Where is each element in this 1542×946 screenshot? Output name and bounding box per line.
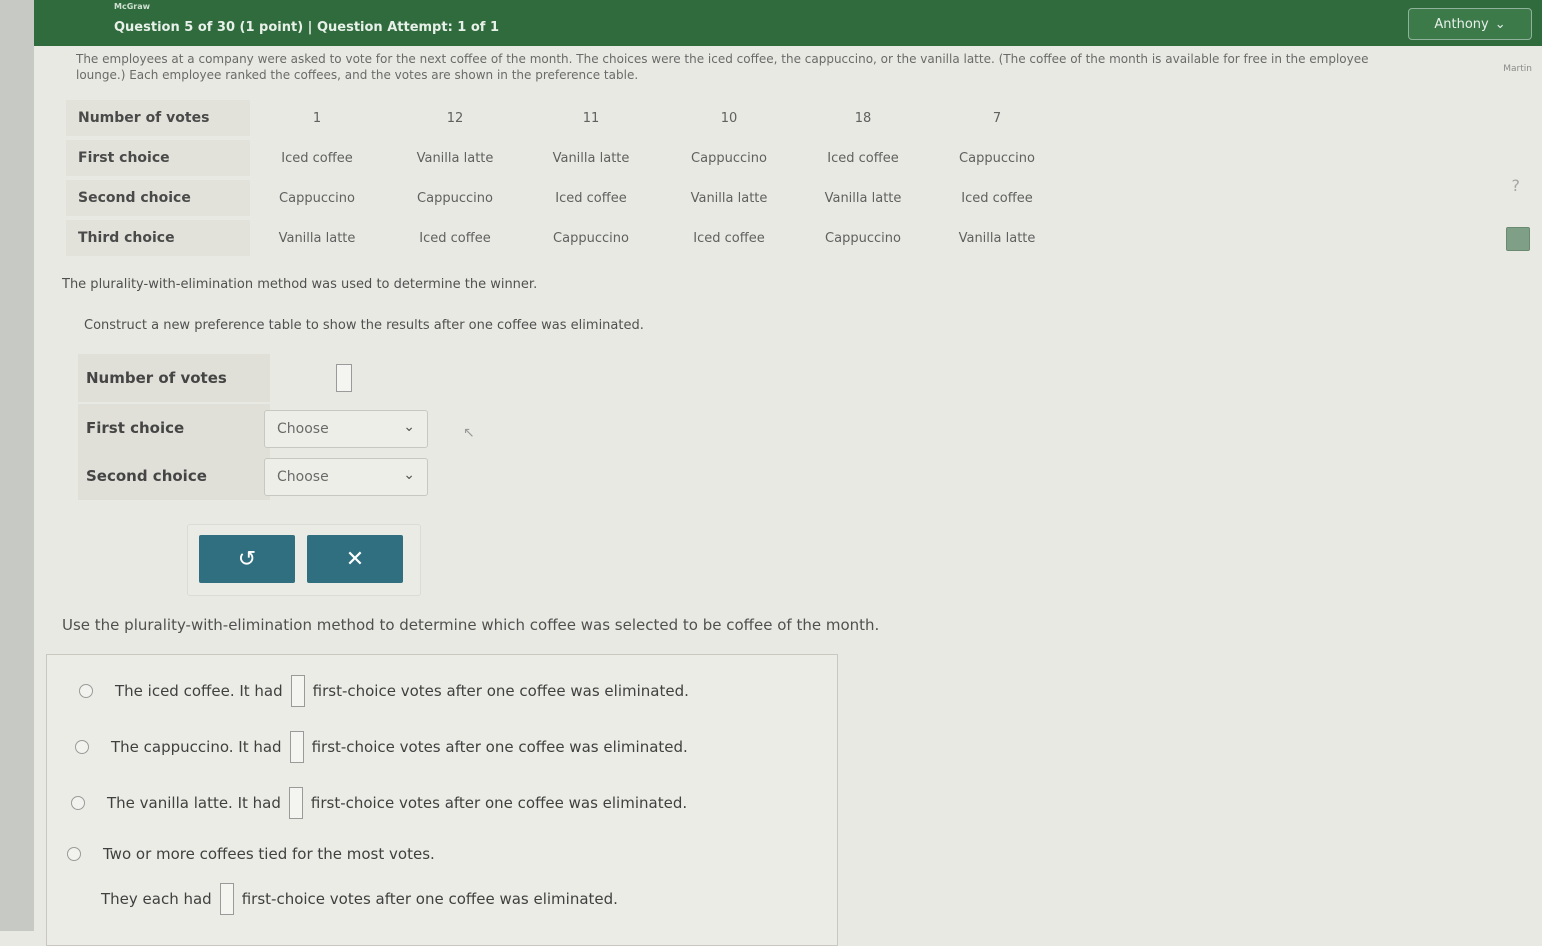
table-cell: Iced coffee — [281, 150, 353, 166]
table-cell: Cappuccino — [417, 190, 493, 206]
option-vanilla-latte[interactable]: The vanilla latte. It had first-choice v… — [71, 787, 687, 819]
brand-label: McGraw — [114, 2, 151, 11]
option-text: first-choice votes after one coffee was … — [311, 738, 688, 756]
user-name: Anthony — [1434, 16, 1489, 32]
table-cell: 7 — [992, 110, 1002, 126]
option-text: The iced coffee. It had — [115, 682, 283, 700]
question-info: Question 5 of 30 (1 point) | Question At… — [114, 20, 500, 35]
option-text: The cappuccino. It had — [111, 738, 282, 756]
answer-input[interactable] — [288, 787, 303, 819]
left-edge — [0, 0, 34, 931]
chevron-down-icon: ⌄ — [403, 467, 415, 483]
mouse-cursor-icon: ↖ — [463, 425, 475, 441]
table-cell: Cappuccino — [959, 150, 1035, 166]
second-choice-select[interactable]: Choose ⌄ — [264, 458, 428, 496]
table-cell: 1 — [312, 110, 322, 126]
table-cell: 11 — [582, 110, 600, 126]
row-label: Number of votes — [66, 100, 250, 136]
table-cell: Vanilla latte — [416, 150, 494, 166]
clear-button[interactable]: ✕ — [307, 535, 403, 583]
answer-options: The iced coffee. It had first-choice vot… — [46, 654, 838, 946]
table-cell: Vanilla latte — [958, 230, 1036, 246]
user-menu[interactable]: Anthony ⌄ — [1408, 8, 1532, 40]
option-text: first-choice votes after one coffee was … — [312, 682, 689, 700]
table-cell: 18 — [854, 110, 872, 126]
undo-button[interactable]: ↺ — [199, 535, 295, 583]
option-text: The vanilla latte. It had — [107, 794, 281, 812]
select-value: Choose — [277, 469, 329, 485]
radio-button[interactable] — [75, 740, 89, 754]
table-cell: Vanilla latte — [552, 150, 630, 166]
row-label: First choice — [78, 404, 270, 452]
option-tie-detail: They each had first-choice votes after o… — [101, 883, 618, 915]
table-cell: Iced coffee — [555, 190, 627, 206]
votes-input[interactable] — [336, 364, 352, 392]
chevron-down-icon: ⌄ — [1494, 16, 1506, 32]
row-label: Number of votes — [78, 354, 270, 402]
table-cell: 12 — [446, 110, 464, 126]
button-group: ↺ ✕ — [187, 524, 421, 596]
first-choice-select[interactable]: Choose ⌄ — [264, 410, 428, 448]
close-icon: ✕ — [345, 546, 365, 572]
table-cell: Iced coffee — [827, 150, 899, 166]
row-label: Second choice — [78, 452, 270, 500]
select-value: Choose — [277, 421, 329, 437]
option-text: first-choice votes after one coffee was … — [310, 794, 688, 812]
row-label: Second choice — [66, 180, 250, 216]
chevron-down-icon: ⌄ — [403, 419, 415, 435]
row-label: Third choice — [66, 220, 250, 256]
option-text: Two or more coffees tied for the most vo… — [103, 845, 435, 863]
side-label: Martin — [1503, 64, 1532, 74]
table-cell: Cappuccino — [279, 190, 355, 206]
table-cell: Iced coffee — [419, 230, 491, 246]
option-iced-coffee[interactable]: The iced coffee. It had first-choice vot… — [79, 675, 689, 707]
radio-button[interactable] — [71, 796, 85, 810]
table-cell: Vanilla latte — [824, 190, 902, 206]
construct-instruction: Construct a new preference table to show… — [84, 318, 644, 333]
table-cell: Vanilla latte — [690, 190, 768, 206]
option-text: first-choice votes after one coffee was … — [241, 890, 618, 908]
option-tie[interactable]: Two or more coffees tied for the most vo… — [67, 845, 435, 863]
question-intro: The employees at a company were asked to… — [76, 52, 1369, 82]
calculator-icon[interactable] — [1506, 227, 1530, 251]
option-cappuccino[interactable]: The cappuccino. It had first-choice vote… — [75, 731, 688, 763]
undo-icon: ↺ — [237, 546, 257, 572]
table-cell: Vanilla latte — [278, 230, 356, 246]
row-label: First choice — [66, 140, 250, 176]
radio-button[interactable] — [67, 847, 81, 861]
answer-input[interactable] — [219, 883, 234, 915]
radio-button[interactable] — [79, 684, 93, 698]
answer-input[interactable] — [289, 731, 304, 763]
help-icon[interactable]: ? — [1512, 176, 1521, 195]
answer-input[interactable] — [290, 675, 305, 707]
table-cell: Iced coffee — [961, 190, 1033, 206]
method-statement: The plurality-with-elimination method wa… — [62, 277, 538, 292]
table-cell: Cappuccino — [553, 230, 629, 246]
table-cell: Iced coffee — [693, 230, 765, 246]
question-two: Use the plurality-with-elimination metho… — [62, 616, 880, 634]
option-text: They each had — [101, 890, 212, 908]
table-cell: 10 — [720, 110, 738, 126]
table-cell: Cappuccino — [691, 150, 767, 166]
table-cell: Cappuccino — [825, 230, 901, 246]
top-bar: McGraw Question 5 of 30 (1 point) | Ques… — [34, 0, 1542, 46]
